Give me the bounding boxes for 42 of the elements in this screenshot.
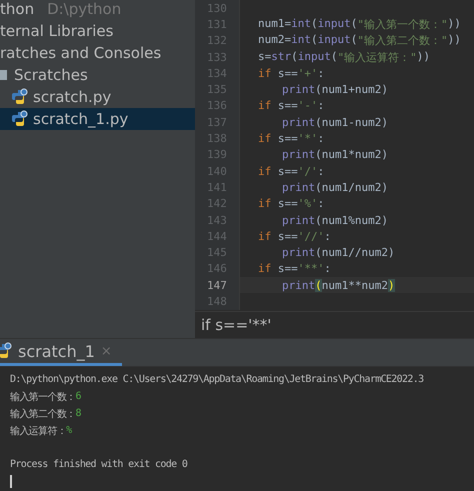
tree-item[interactable]: scratch_1.py <box>0 108 195 130</box>
code-line: if s=='/': <box>257 164 324 178</box>
project-path: D:\python <box>47 0 122 18</box>
tree-item[interactable]: thon D:\python <box>0 0 195 20</box>
python-file-icon <box>10 88 28 106</box>
tree-label: thon <box>0 0 34 18</box>
typed-value: 6 <box>75 391 81 402</box>
tree-item[interactable]: Scratches <box>0 64 195 86</box>
code-line: if s=='//': <box>257 230 331 243</box>
folder-icon <box>0 69 9 81</box>
breadcrumb[interactable]: if s=='**' <box>201 316 272 334</box>
typed-value: 8 <box>75 408 81 419</box>
tree-label: ratches and Consoles <box>0 44 162 62</box>
code-line: print(num1//num2) <box>281 246 395 260</box>
code-line: if s=='**': <box>257 262 331 276</box>
code-line: if s=='*': <box>257 132 324 146</box>
code-line: s=str(input("输入运算符：")) <box>257 50 430 65</box>
code-line: if s=='+': <box>257 66 324 80</box>
tree-label: scratch.py <box>33 88 112 106</box>
console-line: 输入第一个数： <box>10 390 76 404</box>
console-line: D:\python\python.exe C:\Users\24279\AppData\Roaming\JetBrains\PyCharmCE2022.3 <box>10 374 424 385</box>
console-line: Process finished with exit code 0 <box>10 459 188 470</box>
code-line: if s=='-': <box>257 99 324 112</box>
console-line: 输入第二个数： <box>10 408 76 420</box>
typed-value: % <box>66 425 72 436</box>
code-line: print(num1%num2) <box>281 214 388 226</box>
console-line: 输入运算符： <box>10 424 66 438</box>
tree-label: scratch_1.py <box>33 110 128 128</box>
code-line: if s=='%': <box>257 197 324 210</box>
code-line: print(num1/num2) <box>281 180 388 194</box>
code-line: print(num1-num2) <box>281 116 388 129</box>
code-line: num1=int(input("输入第一个数：")) <box>257 16 461 32</box>
tree-item[interactable]: ternal Libraries <box>0 20 195 42</box>
code-line: num2=int(input("输入第二个数：")) <box>257 33 461 48</box>
tree-label: Scratches <box>14 66 88 84</box>
code-line: print(num1*num2) <box>281 148 388 162</box>
tree-label: ternal Libraries <box>0 22 114 40</box>
tree-item[interactable]: ratches and Consoles <box>0 42 195 64</box>
python-file-icon <box>10 110 28 128</box>
code-line: print(num1+num2) <box>281 83 388 96</box>
code-line: print(num1**num2) <box>281 278 395 292</box>
tree-item[interactable]: scratch.py <box>0 86 195 108</box>
